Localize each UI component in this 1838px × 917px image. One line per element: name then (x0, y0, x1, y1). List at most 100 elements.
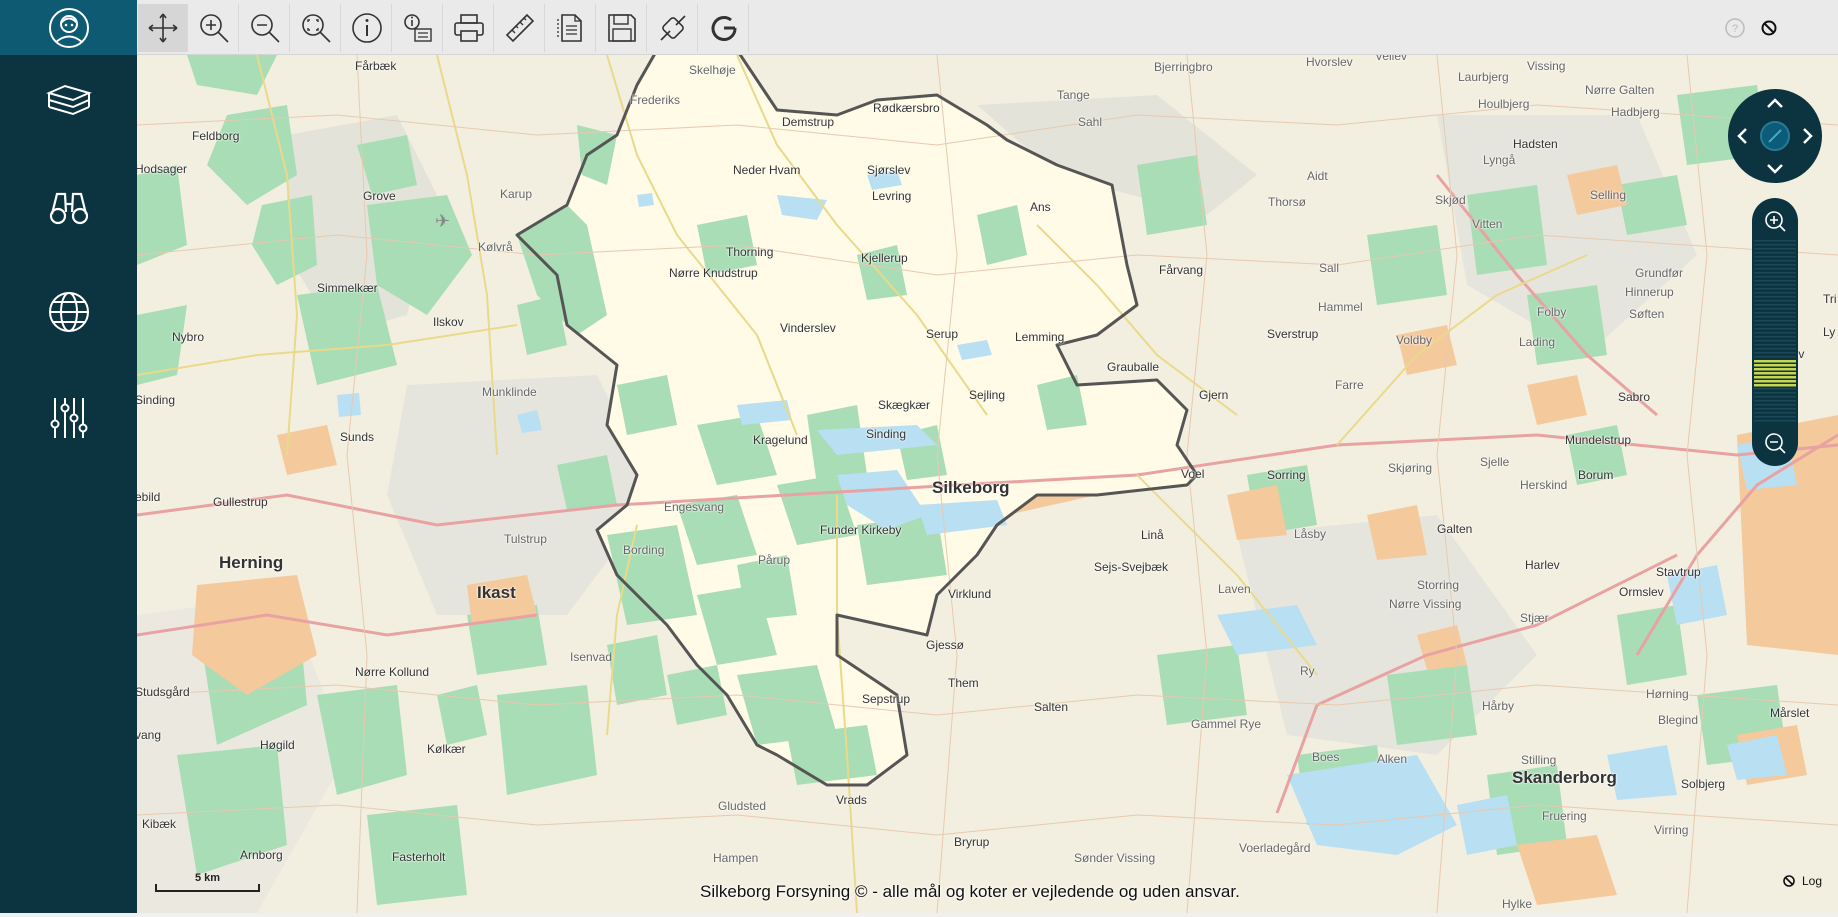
place-label: Voldby (1396, 333, 1433, 347)
place-label: Bryrup (954, 835, 990, 849)
place-label: Bjerringbro (1154, 60, 1213, 74)
place-label: Serup (926, 327, 959, 341)
place-label: Stjær (1520, 611, 1549, 625)
save-tool-button[interactable] (597, 4, 647, 52)
pan-navigation-control (1728, 89, 1822, 183)
pan-left-button[interactable] (1737, 128, 1747, 144)
place-label: Vissing (1527, 59, 1566, 73)
measure-tool-button[interactable] (495, 4, 545, 52)
place-label: Gammel Rye (1191, 717, 1262, 731)
map-canvas[interactable]: Fårbæk Skelhøje Frederiks Demstrup Rødkæ… (137, 55, 1838, 913)
identify-icon (403, 14, 432, 42)
log-link[interactable]: Log (1782, 874, 1822, 888)
help-icon: ? (1725, 18, 1745, 38)
pan-down-button[interactable] (1767, 164, 1783, 174)
zoom-in-icon (199, 14, 229, 43)
place-label: Mårslet (1770, 706, 1810, 720)
place-label: Karup (500, 187, 533, 201)
place-label: Funder Kirkeby (820, 523, 902, 537)
place-label: Demstrup (782, 115, 835, 129)
block-icon (1761, 20, 1777, 36)
place-label: Gjessø (926, 638, 965, 652)
place-label: Nørre Vissing (1389, 597, 1462, 611)
place-label: Lading (1519, 335, 1556, 349)
zoom-out-tool-button[interactable] (240, 4, 290, 52)
print-tool-button[interactable] (444, 4, 494, 52)
place-label: Sønder Vissing (1074, 851, 1156, 865)
document-tool-button[interactable] (546, 4, 596, 52)
zoom-out-button[interactable] (1765, 433, 1786, 454)
zoom-tick (1754, 284, 1796, 286)
place-label: Vrads (836, 793, 867, 807)
zoom-extent-tool-button[interactable] (291, 4, 341, 52)
place-label: Blegind (1658, 713, 1699, 727)
place-label: Fruering (1542, 809, 1587, 823)
link-tool-button[interactable] (648, 4, 698, 52)
place-label: Farre (1335, 378, 1364, 392)
zoom-tick (1754, 296, 1796, 298)
pan-right-button[interactable] (1803, 128, 1813, 144)
zoom-tick (1754, 252, 1796, 254)
place-label: Thorsø (1268, 195, 1307, 209)
pan-tool-button[interactable] (138, 4, 188, 52)
place-label: Gjern (1199, 388, 1229, 402)
pan-icon (148, 13, 177, 43)
settings-sliders-button[interactable] (34, 383, 104, 453)
zoom-tick (1754, 404, 1796, 406)
zoom-out-icon (250, 14, 280, 43)
layers-button[interactable] (34, 68, 104, 138)
place-label: Stilling (1521, 753, 1557, 767)
link-icon (659, 15, 686, 41)
place-label: Hårby (1482, 699, 1515, 713)
place-label: Nørre Knudstrup (669, 266, 758, 280)
place-label: Virklund (948, 587, 992, 601)
place-label: Pårup (758, 553, 791, 567)
info-tool-button[interactable] (342, 4, 392, 52)
place-label: Laven (1218, 582, 1251, 596)
zoom-level-ticks (1754, 240, 1796, 422)
place-label: Isenvad (570, 650, 613, 664)
place-label: Mundelstrup (1565, 433, 1632, 447)
zoom-in-tool-button[interactable] (189, 4, 239, 52)
place-label: Sjørslev (867, 163, 911, 177)
search-binoculars-button[interactable] (34, 172, 104, 242)
zoom-tick (1754, 352, 1796, 354)
google-tool-button[interactable] (699, 4, 749, 52)
zoom-tick (1754, 248, 1796, 250)
zoom-tick (1754, 416, 1796, 418)
place-label: Ilskov (433, 315, 464, 329)
place-label: Thorning (726, 245, 774, 259)
place-label: Stavtrup (1656, 565, 1701, 579)
block-icon (1783, 875, 1795, 887)
zoom-tick (1754, 260, 1796, 262)
save-icon (607, 14, 636, 42)
help-button[interactable]: ? (1723, 16, 1747, 40)
zoom-tick (1754, 420, 1796, 422)
zoom-tick (1754, 412, 1796, 414)
footer-strip (0, 913, 1838, 917)
place-label: Kølkær (427, 742, 466, 756)
zoom-tick (1754, 268, 1796, 270)
place-label: Alken (1377, 752, 1408, 766)
zoom-tick (1754, 308, 1796, 310)
place-label: Skjøring (1388, 461, 1433, 475)
place-label: Sejling (969, 388, 1006, 402)
block-button[interactable] (1757, 16, 1781, 40)
zoom-tick (1754, 272, 1796, 274)
place-label: Kragelund (753, 433, 808, 447)
place-label: Fasterholt (392, 850, 446, 864)
user-profile-button[interactable] (0, 0, 137, 55)
airport-icon: ✈ (435, 211, 451, 231)
identify-tool-button[interactable] (393, 4, 443, 52)
place-label: Hørning (1646, 687, 1689, 701)
place-label: Laurbjerg (1458, 70, 1509, 84)
pan-up-button[interactable] (1767, 98, 1783, 108)
place-label: Hampen (713, 851, 759, 865)
place-label: Sverstrup (1267, 327, 1319, 341)
basemap-globe-button[interactable] (34, 277, 104, 347)
zoom-in-button[interactable] (1765, 211, 1786, 232)
place-label: Sunds (340, 430, 375, 444)
zoom-tick (1754, 256, 1796, 258)
zoom-slider[interactable] (1752, 198, 1798, 466)
zoom-tick (1754, 364, 1796, 367)
